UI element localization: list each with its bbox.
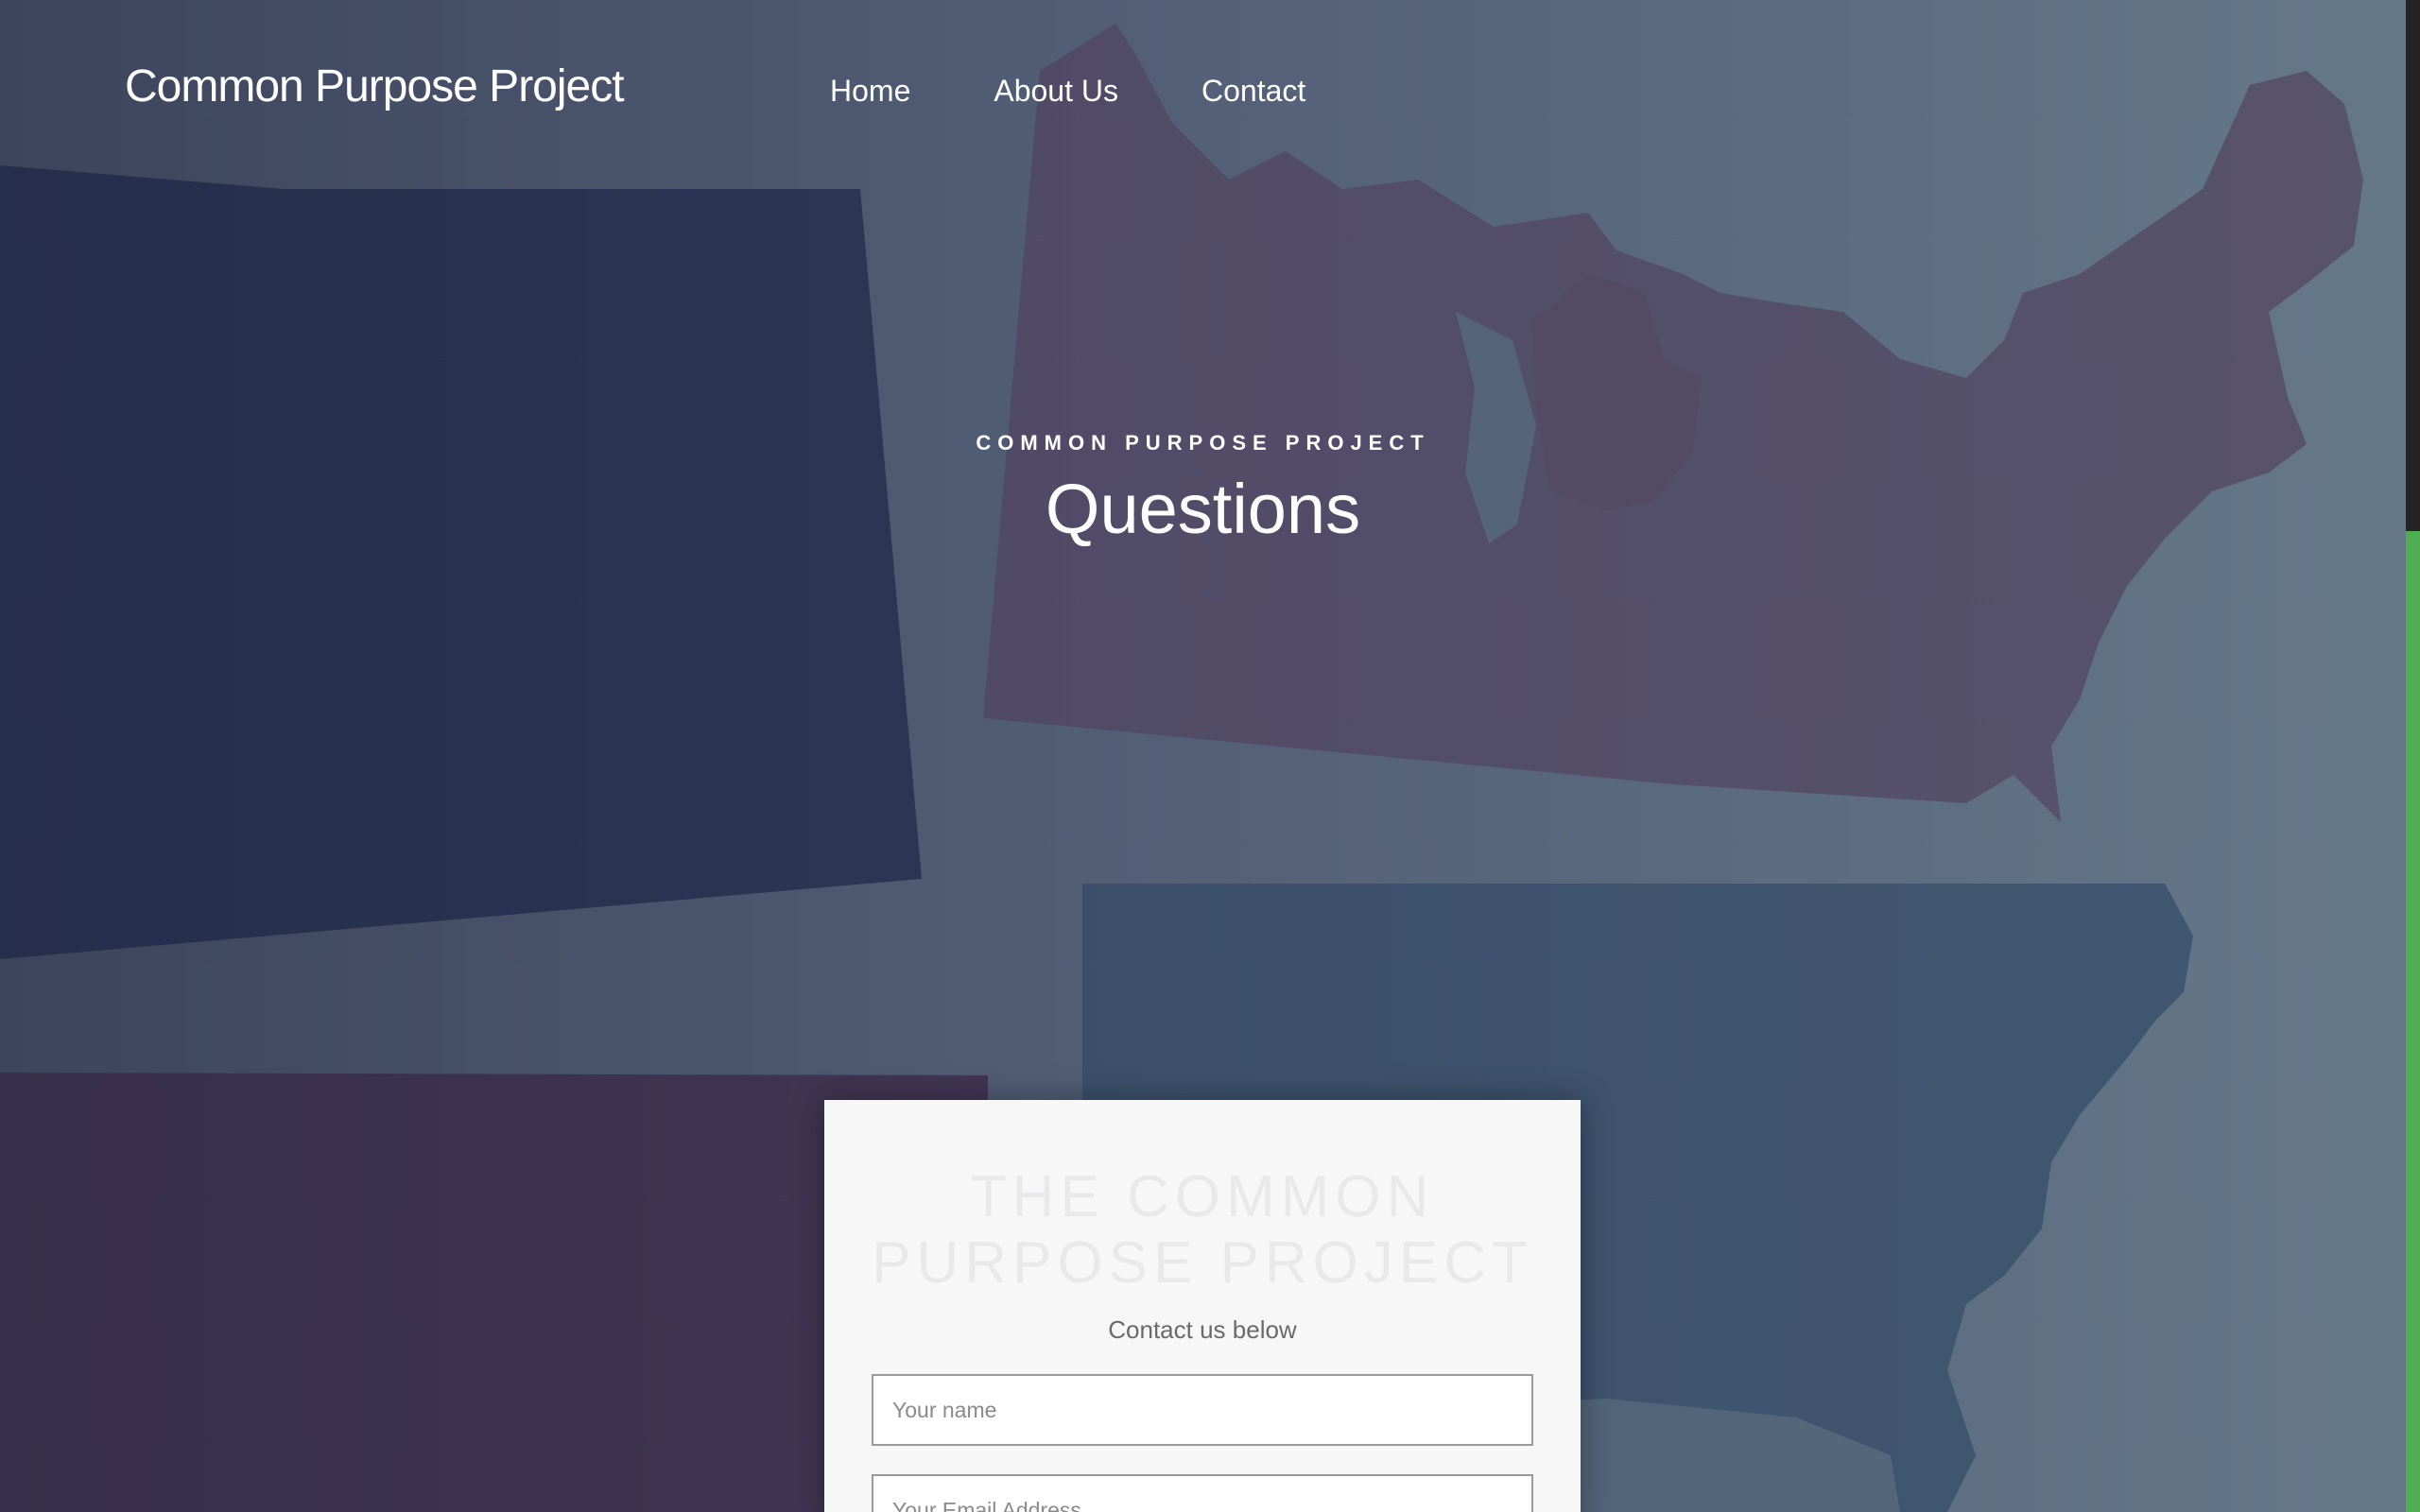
page: Common Purpose Project Home About Us Con… (0, 0, 2420, 1512)
scrollbar-track[interactable] (2406, 0, 2420, 1512)
main-nav: Home About Us Contact (830, 74, 1305, 109)
email-field[interactable] (872, 1474, 1533, 1512)
page-title: Questions (1045, 470, 1361, 548)
site-title[interactable]: Common Purpose Project (125, 60, 625, 112)
nav-about-link[interactable]: About Us (994, 74, 1118, 109)
name-field[interactable] (872, 1374, 1533, 1446)
map-region-northwest (0, 165, 922, 959)
contact-card-subheading: Contact us below (1108, 1315, 1297, 1344)
contact-card: THE COMMON PURPOSE PROJECT Contact us be… (824, 1100, 1581, 1512)
contact-card-heading: THE COMMON PURPOSE PROJECT (872, 1164, 1533, 1296)
nav-contact-link[interactable]: Contact (1201, 74, 1305, 109)
nav-home-link[interactable]: Home (830, 74, 910, 109)
scrollbar-thumb[interactable] (2406, 0, 2420, 531)
hero-eyebrow: COMMON PURPOSE PROJECT (976, 431, 1430, 455)
